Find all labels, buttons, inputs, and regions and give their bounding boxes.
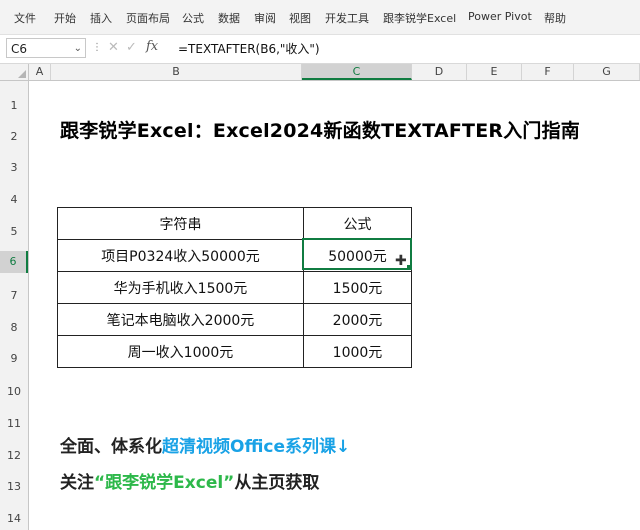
column-header-d[interactable]: D xyxy=(412,64,467,80)
cell-cursor-icon: ✚ xyxy=(395,253,407,269)
tab-review[interactable]: 审阅 xyxy=(254,10,276,26)
table-header-row: 字符串 公式 xyxy=(57,207,412,240)
row-header: 1 2 3 4 5 6 7 8 9 10 11 12 13 14 xyxy=(0,81,29,530)
cell-c8[interactable]: 2000元 xyxy=(303,303,412,336)
row-header-5[interactable]: 5 xyxy=(0,225,28,238)
cell-b9[interactable]: 周一收入1000元 xyxy=(57,335,304,368)
header-formula[interactable]: 公式 xyxy=(303,207,412,240)
tab-data[interactable]: 数据 xyxy=(218,10,240,26)
promo-2-prefix: 关注 xyxy=(60,473,94,493)
table-row: 华为手机收入1500元 1500元 xyxy=(57,271,412,304)
row-header-12[interactable]: 12 xyxy=(0,449,28,462)
row-header-1[interactable]: 1 xyxy=(0,99,28,112)
tab-custom-excel[interactable]: 跟李锐学Excel xyxy=(383,10,456,26)
column-header-e[interactable]: E xyxy=(467,64,522,80)
row-header-4[interactable]: 4 xyxy=(0,193,28,206)
row-header-2[interactable]: 2 xyxy=(0,130,28,143)
select-all-button[interactable] xyxy=(0,64,29,80)
tab-view[interactable]: 视图 xyxy=(289,10,311,26)
promo-2-suffix: 从主页获取 xyxy=(234,473,320,493)
tab-formulas[interactable]: 公式 xyxy=(182,10,204,26)
tab-developer[interactable]: 开发工具 xyxy=(325,10,369,26)
sheet-title: 跟李锐学Excel：Excel2024新函数TEXTAFTER入门指南 xyxy=(60,120,581,142)
column-header-f[interactable]: F xyxy=(522,64,574,80)
promo-1-highlight: 超清视频Office系列课↓ xyxy=(162,437,351,457)
column-header-b[interactable]: B xyxy=(51,64,302,80)
formula-bar: C6 ⌄ ⋮ ✕ ✓ fx =TEXTAFTER(B6,"收入") xyxy=(0,35,640,64)
ribbon-menu-bar: 文件 开始 插入 页面布局 公式 数据 审阅 视图 开发工具 跟李锐学Excel… xyxy=(0,0,640,35)
cancel-icon[interactable]: ✕ xyxy=(108,40,119,55)
tab-file[interactable]: 文件 xyxy=(14,10,36,26)
header-string[interactable]: 字符串 xyxy=(57,207,304,240)
tab-home[interactable]: 开始 xyxy=(54,10,76,26)
fill-handle[interactable] xyxy=(407,265,412,270)
row-header-10[interactable]: 10 xyxy=(0,385,28,398)
row-header-3[interactable]: 3 xyxy=(0,161,28,174)
more-options-icon[interactable]: ⋮ xyxy=(92,42,102,53)
name-box-value: C6 xyxy=(11,42,28,56)
row-header-8[interactable]: 8 xyxy=(0,321,28,334)
tab-insert[interactable]: 插入 xyxy=(90,10,112,26)
column-header-a[interactable]: A xyxy=(29,64,51,80)
cell-c7[interactable]: 1500元 xyxy=(303,271,412,304)
row-header-6[interactable]: 6 xyxy=(0,251,28,273)
formula-input[interactable]: =TEXTAFTER(B6,"收入") xyxy=(178,40,320,57)
cell-b7[interactable]: 华为手机收入1500元 xyxy=(57,271,304,304)
confirm-icon[interactable]: ✓ xyxy=(126,40,137,55)
row-header-14[interactable]: 14 xyxy=(0,512,28,525)
chevron-down-icon[interactable]: ⌄ xyxy=(74,39,82,59)
row-header-11[interactable]: 11 xyxy=(0,417,28,430)
cell-b8[interactable]: 笔记本电脑收入2000元 xyxy=(57,303,304,336)
cell-b6[interactable]: 项目P0324收入50000元 xyxy=(57,239,304,272)
promo-line-2: 关注“跟李锐学Excel”从主页获取 xyxy=(60,468,319,493)
promo-1-prefix: 全面、体系化 xyxy=(60,437,162,457)
promo-2-highlight: “跟李锐学Excel” xyxy=(94,473,235,493)
column-header-g[interactable]: G xyxy=(574,64,640,80)
table-row: 笔记本电脑收入2000元 2000元 xyxy=(57,303,412,336)
table-row: 周一收入1000元 1000元 xyxy=(57,335,412,368)
promo-line-1: 全面、体系化超清视频Office系列课↓ xyxy=(60,432,350,457)
row-header-13[interactable]: 13 xyxy=(0,480,28,493)
row-header-7[interactable]: 7 xyxy=(0,289,28,302)
tab-page-layout[interactable]: 页面布局 xyxy=(126,10,170,26)
cell-c9[interactable]: 1000元 xyxy=(303,335,412,368)
tab-help[interactable]: 帮助 xyxy=(544,10,566,26)
column-header: A B C D E F G xyxy=(0,64,640,81)
row-header-9[interactable]: 9 xyxy=(0,352,28,365)
name-box[interactable]: C6 ⌄ xyxy=(6,38,86,58)
column-header-c[interactable]: C xyxy=(302,64,412,80)
data-table: 字符串 公式 项目P0324收入50000元 50000元 华为手机收入1500… xyxy=(57,207,412,368)
insert-function-icon[interactable]: fx xyxy=(146,39,158,54)
tab-power-pivot[interactable]: Power Pivot xyxy=(468,10,532,23)
